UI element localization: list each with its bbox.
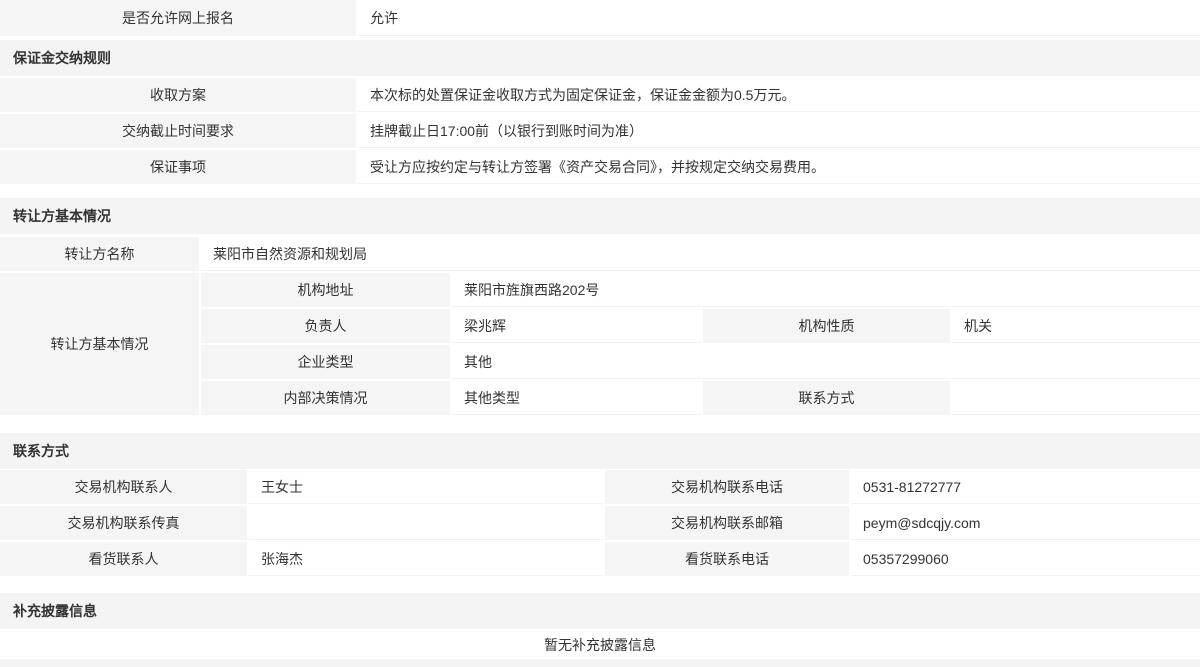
transferor-name-value: 莱阳市自然资源和规划局 [201,237,1200,271]
inspection-contact-person-value: 张海杰 [249,542,603,576]
next-section-band-partial [0,659,1200,667]
agency-contact-phone-value: 0531-81272777 [851,470,1200,504]
agency-contact-person-value: 王女士 [249,470,603,504]
enterprise-type-value: 其他 [452,345,1200,379]
transferor-name-label: 转让方名称 [0,237,199,271]
person-in-charge-label: 负责人 [201,309,450,343]
internal-decision-value: 其他类型 [452,381,701,415]
contact-method-label: 联系方式 [703,381,950,415]
deposit-plan-value: 本次标的处置保证金收取方式为固定保证金，保证金金额为0.5万元。 [358,78,1200,112]
section-title-transferor-info: 转让方基本情况 [0,198,1200,234]
agency-contact-person-label: 交易机构联系人 [0,470,247,504]
inspection-contact-person-label: 看货联系人 [0,542,247,576]
agency-contact-phone-label: 交易机构联系电话 [605,470,849,504]
guarantee-matters-label: 保证事项 [0,150,356,184]
transferor-info-table: 转让方名称 莱阳市自然资源和规划局 转让方基本情况 机构地址 莱阳市旌旗西路20… [0,237,1200,415]
contact-table: 交易机构联系人 王女士 交易机构联系电话 0531-81272777 交易机构联… [0,470,1200,576]
org-nature-label: 机构性质 [703,309,950,343]
inspection-contact-phone-value: 05357299060 [851,542,1200,576]
agency-contact-email-label: 交易机构联系邮箱 [605,506,849,540]
contact-method-value [952,381,1200,415]
deposit-deadline-value: 挂牌截止日17:00前（以银行到账时间为准） [358,114,1200,148]
internal-decision-label: 内部决策情况 [201,381,450,415]
agency-contact-fax-label: 交易机构联系传真 [0,506,247,540]
enterprise-type-label: 企业类型 [201,345,450,379]
section-title-text: 转让方基本情况 [13,206,111,226]
section-title-text: 保证金交纳规则 [13,48,111,68]
deposit-deadline-label: 交纳截止时间要求 [0,114,356,148]
person-in-charge-value: 梁兆辉 [452,309,701,343]
guarantee-matters-value: 受让方应按约定与转让方签署《资产交易合同》，并按规定交纳交易费用。 [358,150,1200,184]
section-title-supplement: 补充披露信息 [0,593,1200,629]
org-nature-value: 机关 [952,309,1200,343]
deposit-rules-table: 收取方案 本次标的处置保证金收取方式为固定保证金，保证金金额为0.5万元。 交纳… [0,78,1200,184]
supplement-empty-message: 暂无补充披露信息 [0,631,1200,659]
agency-contact-email-value: peym@sdcqjy.com [851,506,1200,540]
online-signup-value: 允许 [358,0,1200,36]
deposit-plan-label: 收取方案 [0,78,356,112]
section-title-deposit-rules: 保证金交纳规则 [0,40,1200,76]
section-title-contact: 联系方式 [0,433,1200,469]
section-title-text: 联系方式 [13,441,69,461]
org-address-value: 莱阳市旌旗西路202号 [452,273,1200,307]
inspection-contact-phone-label: 看货联系电话 [605,542,849,576]
transferor-group-label: 转让方基本情况 [0,273,199,415]
section-title-text: 补充披露信息 [13,601,97,621]
agency-contact-fax-value [249,506,603,540]
org-address-label: 机构地址 [201,273,450,307]
online-signup-row: 是否允许网上报名 允许 [0,0,1200,36]
online-signup-label: 是否允许网上报名 [0,0,356,36]
